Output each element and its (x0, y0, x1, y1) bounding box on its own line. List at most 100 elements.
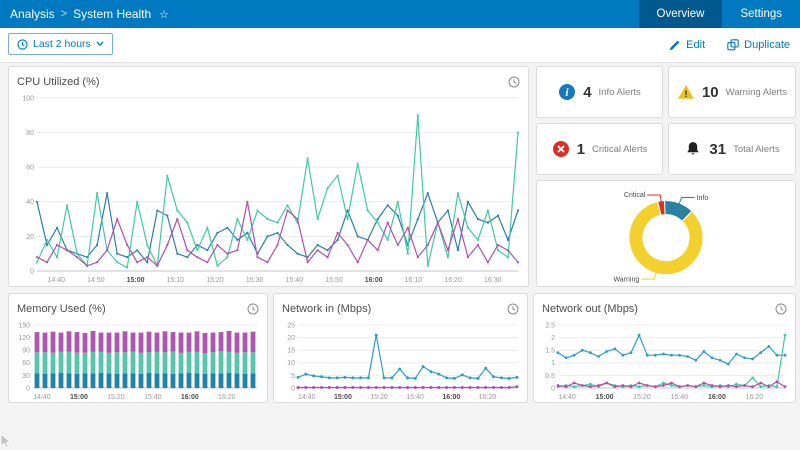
svg-text:15:20: 15:20 (206, 277, 224, 284)
alert-card-critical: 1 Critical Alerts (536, 123, 663, 175)
svg-text:15:30: 15:30 (246, 277, 264, 284)
svg-text:2: 2 (551, 335, 555, 342)
svg-text:15:20: 15:20 (107, 394, 125, 401)
svg-text:80: 80 (26, 130, 34, 137)
chevron-down-icon (96, 41, 104, 47)
alert-card-info: i 4 Info Alerts (536, 66, 663, 118)
duplicate-button[interactable]: Duplicate (727, 39, 790, 51)
memory-panel-title: Memory Used (%) (17, 303, 106, 315)
svg-text:10: 10 (287, 360, 295, 367)
critical-alert-label: Critical Alerts (592, 144, 647, 155)
svg-text:15:00: 15:00 (127, 277, 145, 284)
app-header: Analysis > System Health ☆ Overview Sett… (0, 0, 800, 28)
svg-text:16:20: 16:20 (479, 394, 497, 401)
svg-text:5: 5 (291, 373, 295, 380)
svg-text:90: 90 (22, 348, 30, 355)
total-alert-label: Total Alerts (733, 144, 779, 155)
svg-text:2.5: 2.5 (545, 322, 555, 329)
svg-text:25: 25 (287, 322, 295, 329)
svg-text:15:20: 15:20 (370, 394, 388, 401)
svg-text:60: 60 (22, 360, 30, 367)
svg-text:15:10: 15:10 (167, 277, 185, 284)
network-in-line-chart: 051015202514:4015:0015:2015:4016:0016:20 (274, 320, 525, 402)
panel-memory: Memory Used (%) 030609012015014:4015:001… (8, 293, 268, 403)
svg-text:15:00: 15:00 (70, 394, 88, 401)
info-alert-label: Info Alerts (599, 87, 641, 98)
svg-text:40: 40 (26, 199, 34, 206)
svg-text:15:40: 15:40 (144, 394, 162, 401)
tab-overview[interactable]: Overview (639, 0, 723, 28)
clock-icon (508, 76, 520, 88)
svg-text:0: 0 (551, 385, 555, 392)
critical-alert-count: 1 (577, 141, 585, 158)
page-title: System Health (73, 7, 151, 21)
time-filter-button[interactable]: Last 2 hours (8, 33, 113, 55)
edit-button[interactable]: Edit (669, 39, 705, 51)
svg-text:15:50: 15:50 (325, 277, 343, 284)
alerts-donut-chart: Critical Info Warning (537, 181, 795, 284)
panel-network-out: Network out (Mbps) 0 0.5 1 1.5 2 2.5 14:40 15:0… (533, 293, 796, 403)
svg-text:15:00: 15:00 (334, 394, 352, 401)
svg-text:15:40: 15:40 (286, 277, 304, 284)
info-alert-count: 4 (583, 84, 591, 101)
svg-text:14:40: 14:40 (558, 394, 576, 401)
mouse-cursor (0, 434, 12, 449)
svg-text:0.5: 0.5 (545, 373, 555, 380)
svg-text:Critical: Critical (624, 192, 646, 199)
svg-text:16:00: 16:00 (365, 277, 383, 284)
total-alert-count: 31 (709, 141, 726, 158)
toolbar: Last 2 hours Edit Duplicate (0, 28, 800, 63)
svg-text:14:40: 14:40 (47, 277, 65, 284)
svg-text:14:40: 14:40 (33, 394, 51, 401)
info-icon: i (558, 83, 576, 101)
svg-text:16:20: 16:20 (746, 394, 764, 401)
svg-text:30: 30 (22, 373, 30, 380)
time-filter-label: Last 2 hours (33, 38, 91, 50)
panel-cpu: CPU Utilized (%) 02040608010014:4014:501… (8, 66, 529, 287)
edit-label: Edit (686, 39, 705, 51)
svg-text:100: 100 (22, 95, 34, 102)
svg-text:Warning: Warning (613, 276, 639, 283)
duplicate-label: Duplicate (744, 39, 790, 51)
svg-text:15:40: 15:40 (671, 394, 689, 401)
alert-card-warning: ! 10 Warning Alerts (668, 66, 796, 118)
critical-icon (552, 140, 570, 158)
clock-icon (17, 39, 28, 50)
svg-text:16:00: 16:00 (442, 394, 460, 401)
network-in-panel-title: Network in (Mbps) (282, 303, 371, 315)
svg-text:!: ! (684, 89, 687, 100)
svg-text:16:10: 16:10 (405, 277, 423, 284)
svg-text:15: 15 (287, 348, 295, 355)
clock-icon (775, 303, 787, 315)
svg-text:Info: Info (697, 195, 709, 202)
duplicate-icon (727, 39, 739, 51)
svg-text:0: 0 (30, 268, 34, 275)
header-tabs: Overview Settings (639, 0, 800, 28)
warning-icon: ! (677, 83, 695, 101)
svg-text:60: 60 (26, 165, 34, 172)
svg-text:16:00: 16:00 (708, 394, 726, 401)
panel-alerts-donut: Critical Info Warning (536, 180, 796, 287)
network-out-panel-title: Network out (Mbps) (542, 303, 638, 315)
svg-text:16:20: 16:20 (218, 394, 236, 401)
bell-icon (684, 140, 702, 158)
network-out-line-chart: 00.511.522.514:4015:0015:2015:4016:0016:… (534, 320, 793, 402)
breadcrumb-separator: > (61, 8, 67, 20)
svg-text:0: 0 (26, 385, 30, 392)
warning-alert-label: Warning Alerts (726, 87, 787, 98)
cpu-line-chart: 02040608010014:4014:5015:0015:1015:2015:… (9, 93, 526, 285)
favorite-star-icon[interactable]: ☆ (159, 8, 169, 21)
svg-text:14:40: 14:40 (298, 394, 316, 401)
svg-text:16:20: 16:20 (444, 277, 462, 284)
svg-text:14:50: 14:50 (87, 277, 105, 284)
svg-text:16:00: 16:00 (181, 394, 199, 401)
svg-text:15:00: 15:00 (596, 394, 614, 401)
tab-settings[interactable]: Settings (722, 0, 800, 28)
alert-card-total: 31 Total Alerts (668, 123, 796, 175)
svg-text:1.5: 1.5 (545, 348, 555, 355)
svg-text:15:40: 15:40 (406, 394, 424, 401)
pencil-icon (669, 39, 681, 51)
memory-bar-chart: 030609012015014:4015:0015:2015:4016:0016… (9, 320, 265, 402)
breadcrumb-root[interactable]: Analysis (10, 7, 55, 21)
svg-text:1: 1 (551, 360, 555, 367)
